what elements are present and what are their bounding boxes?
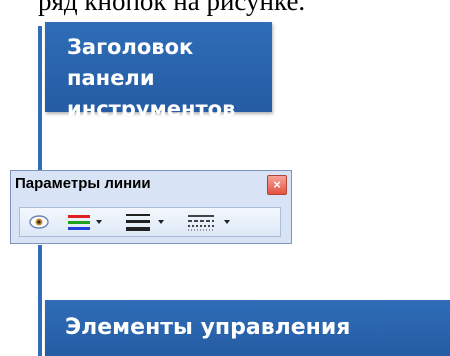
callout-title-line1: Заголовок панели (67, 35, 194, 90)
chevron-down-icon[interactable] (158, 220, 164, 224)
line-style-icon (188, 215, 214, 231)
eye-button[interactable] (28, 212, 50, 232)
connector-bottom (38, 245, 42, 356)
callout-toolbar-title: Заголовок панели инструментов (45, 22, 272, 121)
toolbar-title[interactable]: Параметры линии (15, 175, 151, 192)
partial-header-text: ряд кнопок на рисунке. (38, 0, 306, 16)
chevron-down-icon[interactable] (96, 220, 102, 224)
eye-icon (29, 215, 49, 229)
line-weight-button[interactable] (126, 212, 166, 232)
connector-top (38, 26, 42, 176)
toolbar-controls-row (19, 207, 281, 237)
line-color-button[interactable] (68, 212, 104, 232)
line-color-icon (68, 215, 90, 230)
close-button[interactable]: × (267, 175, 287, 195)
line-weight-icon (126, 214, 150, 231)
callout-controls: Элементы управления (45, 300, 450, 356)
toolbar-line-parameters: Параметры линии × (10, 170, 292, 244)
chevron-down-icon[interactable] (224, 220, 230, 224)
line-style-button[interactable] (188, 212, 232, 232)
callout-title-line2: инструментов (67, 97, 236, 121)
